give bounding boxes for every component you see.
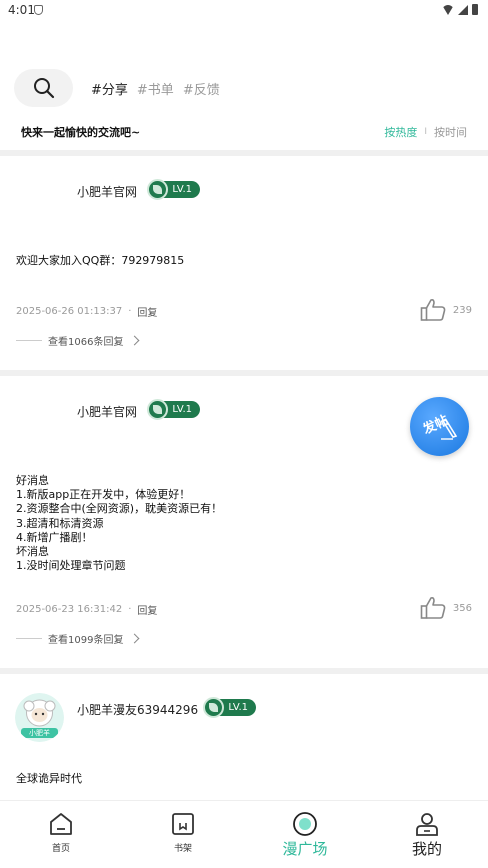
bottom-nav: 首页 书架 漫广场 我的 [0, 800, 488, 868]
avatar-caption: 小肥羊 [29, 729, 50, 737]
nav-plaza-label: 漫广场 [282, 840, 328, 858]
level-text: LV.1 [172, 404, 192, 415]
post-card[interactable]: 小肥羊 小肥羊漫友63944296 LV.1 全球诡异时代 [0, 674, 488, 800]
subheader: 快来一起愉快的交流吧~ 按热度 I 按时间 [21, 124, 471, 140]
status-icons [442, 4, 478, 15]
tag-feedback[interactable]: #反馈 [183, 79, 220, 98]
chevron-right-icon [130, 335, 140, 346]
plaza-icon [293, 812, 317, 836]
home-icon [50, 813, 72, 835]
post-meta: 2025-06-23 16:31:42 · 回复 [16, 602, 157, 617]
tag-booklist[interactable]: #书单 [137, 79, 174, 98]
level-badge: LV.1 [147, 399, 200, 420]
battery-icon [472, 4, 478, 15]
view-replies-link[interactable]: 查看1099条回复 [16, 631, 140, 646]
shield-icon [34, 5, 43, 15]
view-replies-text: 查看1099条回复 [48, 635, 124, 646]
reply-line [16, 638, 42, 639]
meta-dot: · [128, 306, 132, 317]
nav-profile[interactable]: 我的 [366, 801, 488, 868]
nav-profile-label: 我的 [411, 840, 442, 858]
post-author[interactable]: 小肥羊官网 [77, 183, 137, 200]
post-author[interactable]: 小肥羊官网 [77, 403, 137, 420]
search-tag-row: #分享 #书单 #反馈 [14, 69, 220, 107]
tag-share[interactable]: #分享 [91, 79, 128, 98]
level-badge: LV.1 [203, 697, 256, 718]
nav-home[interactable]: 首页 [0, 801, 122, 868]
thumbs-up-icon [420, 299, 446, 321]
nav-plaza[interactable]: 漫广场 [244, 801, 366, 868]
leaf-icon [147, 179, 168, 200]
status-time: 4:01 [8, 3, 35, 17]
post-body: 欢迎大家加入QQ群：792979815 [16, 254, 185, 267]
view-replies-text: 查看1066条回复 [48, 337, 124, 348]
avatar[interactable]: 小肥羊 [15, 693, 64, 742]
like-button[interactable]: 356 [420, 596, 472, 620]
post-time: 2025-06-23 16:31:42 [16, 604, 123, 615]
view-replies-link[interactable]: 查看1066条回复 [16, 333, 140, 348]
like-count: 356 [452, 602, 472, 614]
search-icon [33, 78, 54, 99]
like-count: 239 [452, 304, 472, 316]
level-badge: LV.1 [147, 179, 200, 200]
sort-separator: I [424, 127, 427, 137]
sort-toggle: 按热度 I 按时间 [384, 124, 467, 140]
signal-icon [458, 4, 468, 15]
reply-button[interactable]: 回复 [137, 602, 157, 617]
profile-icon [416, 813, 438, 836]
leaf-icon [203, 697, 224, 718]
nav-bookshelf[interactable]: 书架 [122, 801, 244, 868]
nav-bookshelf-label: 书架 [173, 844, 192, 854]
leaf-icon [147, 399, 168, 420]
post-author[interactable]: 小肥羊漫友63944296 [77, 701, 198, 718]
meta-dot: · [128, 604, 132, 615]
chevron-right-icon [130, 633, 140, 644]
like-button[interactable]: 239 [420, 298, 472, 322]
reply-button[interactable]: 回复 [137, 304, 157, 319]
sort-by-time-button[interactable]: 按时间 [434, 124, 467, 140]
post-time: 2025-06-26 01:13:37 [16, 306, 123, 317]
level-text: LV.1 [228, 702, 248, 713]
pen-icon [441, 419, 458, 440]
post-body: 全球诡异时代 [16, 772, 82, 785]
nav-home-label: 首页 [51, 844, 70, 854]
post-meta: 2025-06-26 01:13:37 · 回复 [16, 304, 157, 319]
bookshelf-icon [172, 813, 194, 835]
status-bar: 4:01 [0, 0, 488, 22]
search-button[interactable] [14, 69, 73, 107]
new-post-button[interactable]: 发帖 [410, 397, 469, 456]
post-card[interactable]: 小肥羊官网 LV.1 欢迎大家加入QQ群：792979815 2025-06-2… [0, 156, 488, 370]
thumbs-up-icon [420, 597, 446, 619]
post-body: 好消息 1.新版app正在开发中，体验更好！ 2.资源整合中(全网资源)，耽美资… [16, 474, 223, 573]
reply-line [16, 340, 42, 341]
sort-by-hot-button[interactable]: 按热度 [384, 124, 417, 140]
slogan-text: 快来一起愉快的交流吧~ [21, 126, 141, 139]
level-text: LV.1 [172, 184, 192, 195]
wifi-icon [442, 4, 454, 15]
